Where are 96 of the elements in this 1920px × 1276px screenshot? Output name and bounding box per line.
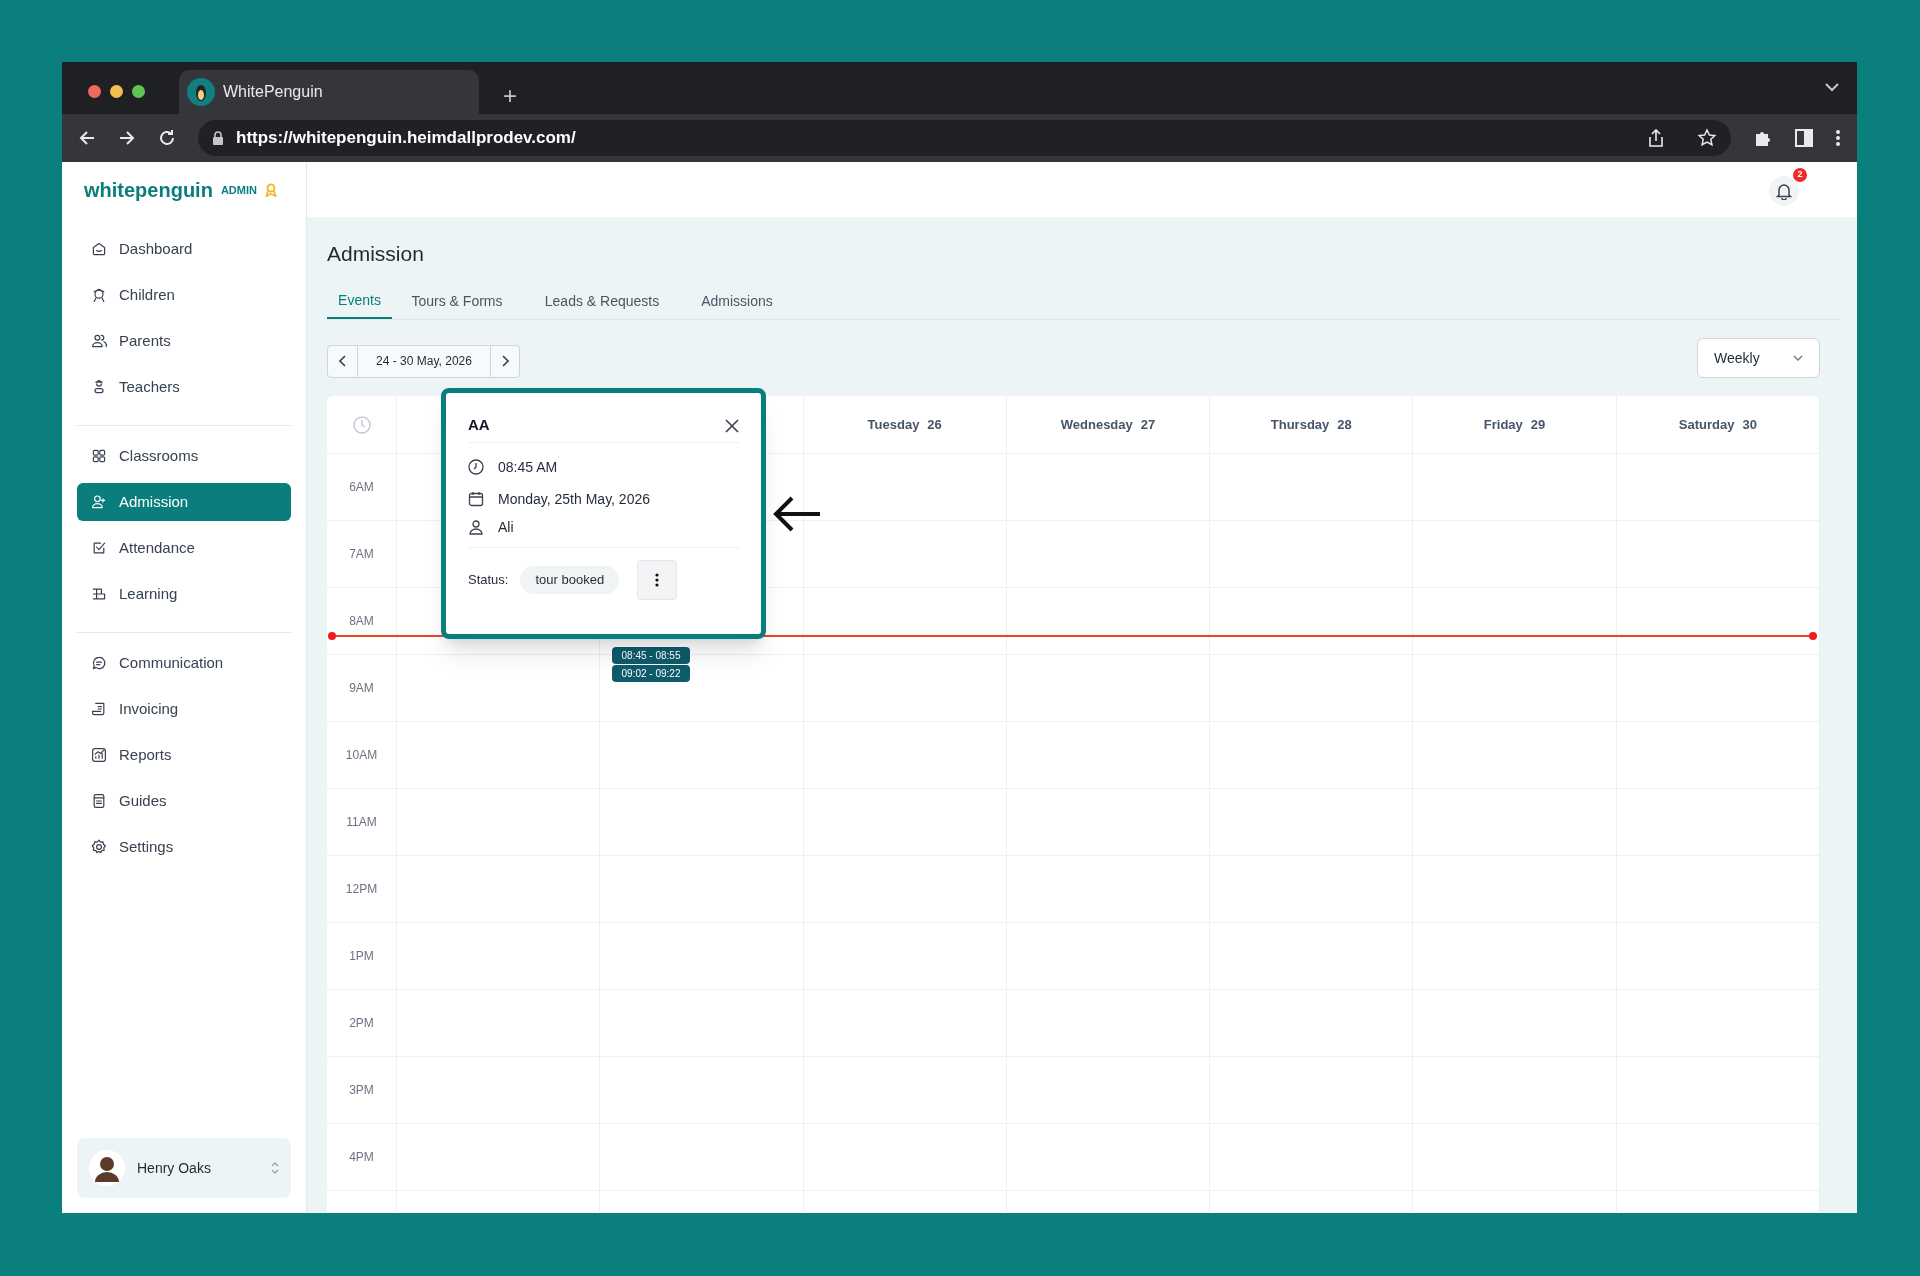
hour-label: 6AM — [327, 454, 397, 521]
chevron-right-icon — [501, 355, 509, 367]
checkbox-icon — [91, 540, 107, 556]
child-face-icon — [91, 287, 107, 303]
sidebar-item[interactable]: Guides — [77, 782, 291, 820]
sidebar-item[interactable]: Invoicing — [77, 690, 291, 728]
day-name: Saturday — [1678, 415, 1735, 434]
notification-badge: 2 — [1793, 167, 1807, 182]
hour-label: 1PM — [327, 923, 397, 990]
avatar — [89, 1150, 125, 1186]
chevron-left-icon — [338, 355, 347, 367]
address-bar[interactable]: https://whitepenguin.heimdallprodev.com/ — [198, 120, 1731, 156]
teacher-icon — [91, 379, 107, 395]
chart-icon — [91, 747, 107, 763]
hour-label: 4PM — [327, 1124, 397, 1191]
hour-label: 3PM — [327, 1057, 397, 1124]
event-title: AA — [468, 415, 490, 436]
clock-icon — [352, 415, 371, 434]
star-icon[interactable] — [1697, 128, 1717, 148]
sidebar-item[interactable]: Reports — [77, 736, 291, 774]
user-name: Henry Oaks — [137, 1158, 212, 1178]
page-title: Admission — [327, 241, 425, 267]
tab[interactable]: Leads & Requests — [522, 284, 682, 319]
notification-button[interactable] — [1769, 175, 1799, 206]
status-label: Status: — [468, 571, 509, 590]
day-date: 29 — [1530, 415, 1546, 434]
document-icon — [91, 793, 107, 809]
book-icon — [91, 586, 107, 602]
day-name: Thursday — [1270, 415, 1330, 434]
people-icon — [91, 333, 107, 349]
hour-label: 10AM — [327, 722, 397, 789]
sidebar-item[interactable]: Communication — [77, 644, 291, 682]
view-dropdown[interactable]: Weekly — [1697, 338, 1820, 378]
day-date: 30 — [1742, 415, 1757, 434]
arrow-icon — [772, 494, 822, 534]
hour-label: 7AM — [327, 521, 397, 588]
chevron-down-icon — [1793, 355, 1803, 361]
hour-label: 9AM — [327, 655, 397, 722]
user-plus-icon — [91, 494, 107, 510]
sidebar-item[interactable]: Children — [77, 276, 291, 314]
event-chip[interactable]: 08:45 - 08:55 — [612, 647, 690, 664]
sidebar-item[interactable]: Parents — [77, 322, 291, 360]
clock-icon — [468, 459, 484, 475]
day-name: Tuesday — [867, 415, 920, 434]
house-icon — [91, 241, 107, 257]
user-menu[interactable]: Henry Oaks — [77, 1138, 291, 1198]
bell-icon — [1776, 181, 1792, 200]
chevron-down-icon[interactable] — [1825, 82, 1839, 92]
chat-icon — [91, 655, 107, 671]
browser-tab[interactable]: WhitePenguin — [179, 70, 479, 114]
sidebar-item[interactable]: Admission — [77, 483, 291, 521]
reload-icon[interactable] — [158, 129, 176, 147]
tab-title: WhitePenguin — [223, 82, 323, 102]
new-tab-button[interactable]: + — [503, 84, 517, 108]
penguin-icon — [187, 78, 215, 106]
sidebar-item[interactable]: Classrooms — [77, 437, 291, 475]
tab[interactable]: Admissions — [682, 284, 792, 319]
grid-icon — [91, 448, 107, 464]
day-date: 26 — [927, 415, 942, 434]
sidebar-item[interactable]: Dashboard — [77, 230, 291, 268]
sidebar-item[interactable]: Attendance — [77, 529, 291, 567]
sidebar-item[interactable]: Teachers — [77, 368, 291, 406]
award-icon — [264, 183, 277, 197]
date-range: 24 - 30 May, 2026 — [375, 353, 473, 370]
tab[interactable]: Events — [327, 284, 392, 319]
forward-icon[interactable] — [118, 129, 136, 147]
share-icon[interactable] — [1647, 128, 1665, 148]
side-panel-icon[interactable] — [1795, 129, 1813, 147]
person-icon — [468, 519, 484, 535]
url-text: https://whitepenguin.heimdallprodev.com/ — [236, 127, 577, 150]
back-icon[interactable] — [78, 129, 96, 147]
sidebar-item[interactable]: Settings — [77, 828, 291, 866]
receipt-icon — [91, 701, 107, 717]
day-name: Wednesday — [1060, 415, 1133, 434]
event-chip[interactable]: 09:02 - 09:22 — [612, 665, 690, 682]
event-person: Ali — [498, 517, 514, 537]
event-date: Monday, 25th May, 2026 — [498, 489, 651, 509]
kebab-icon — [655, 573, 660, 587]
event-time: 08:45 AM — [498, 457, 558, 477]
day-date: 27 — [1140, 415, 1156, 434]
status-tag: tour booked — [520, 566, 620, 594]
hour-label: 12PM — [327, 856, 397, 923]
more-icon[interactable] — [1835, 129, 1841, 147]
role-label: ADMIN — [220, 182, 257, 198]
logo: whitepenguin — [84, 178, 213, 203]
hour-label: 2PM — [327, 990, 397, 1057]
sidebar-item[interactable]: Learning — [77, 575, 291, 613]
close-icon[interactable] — [725, 418, 739, 433]
day-date: 28 — [1337, 415, 1352, 434]
lock-icon — [212, 131, 224, 145]
calendar-icon — [468, 491, 484, 507]
sort-arrows-icon — [271, 1161, 279, 1175]
settings-icon — [91, 839, 107, 855]
tab[interactable]: Tours & Forms — [392, 284, 522, 319]
hour-label: 11AM — [327, 789, 397, 856]
day-name: Friday — [1483, 415, 1523, 434]
